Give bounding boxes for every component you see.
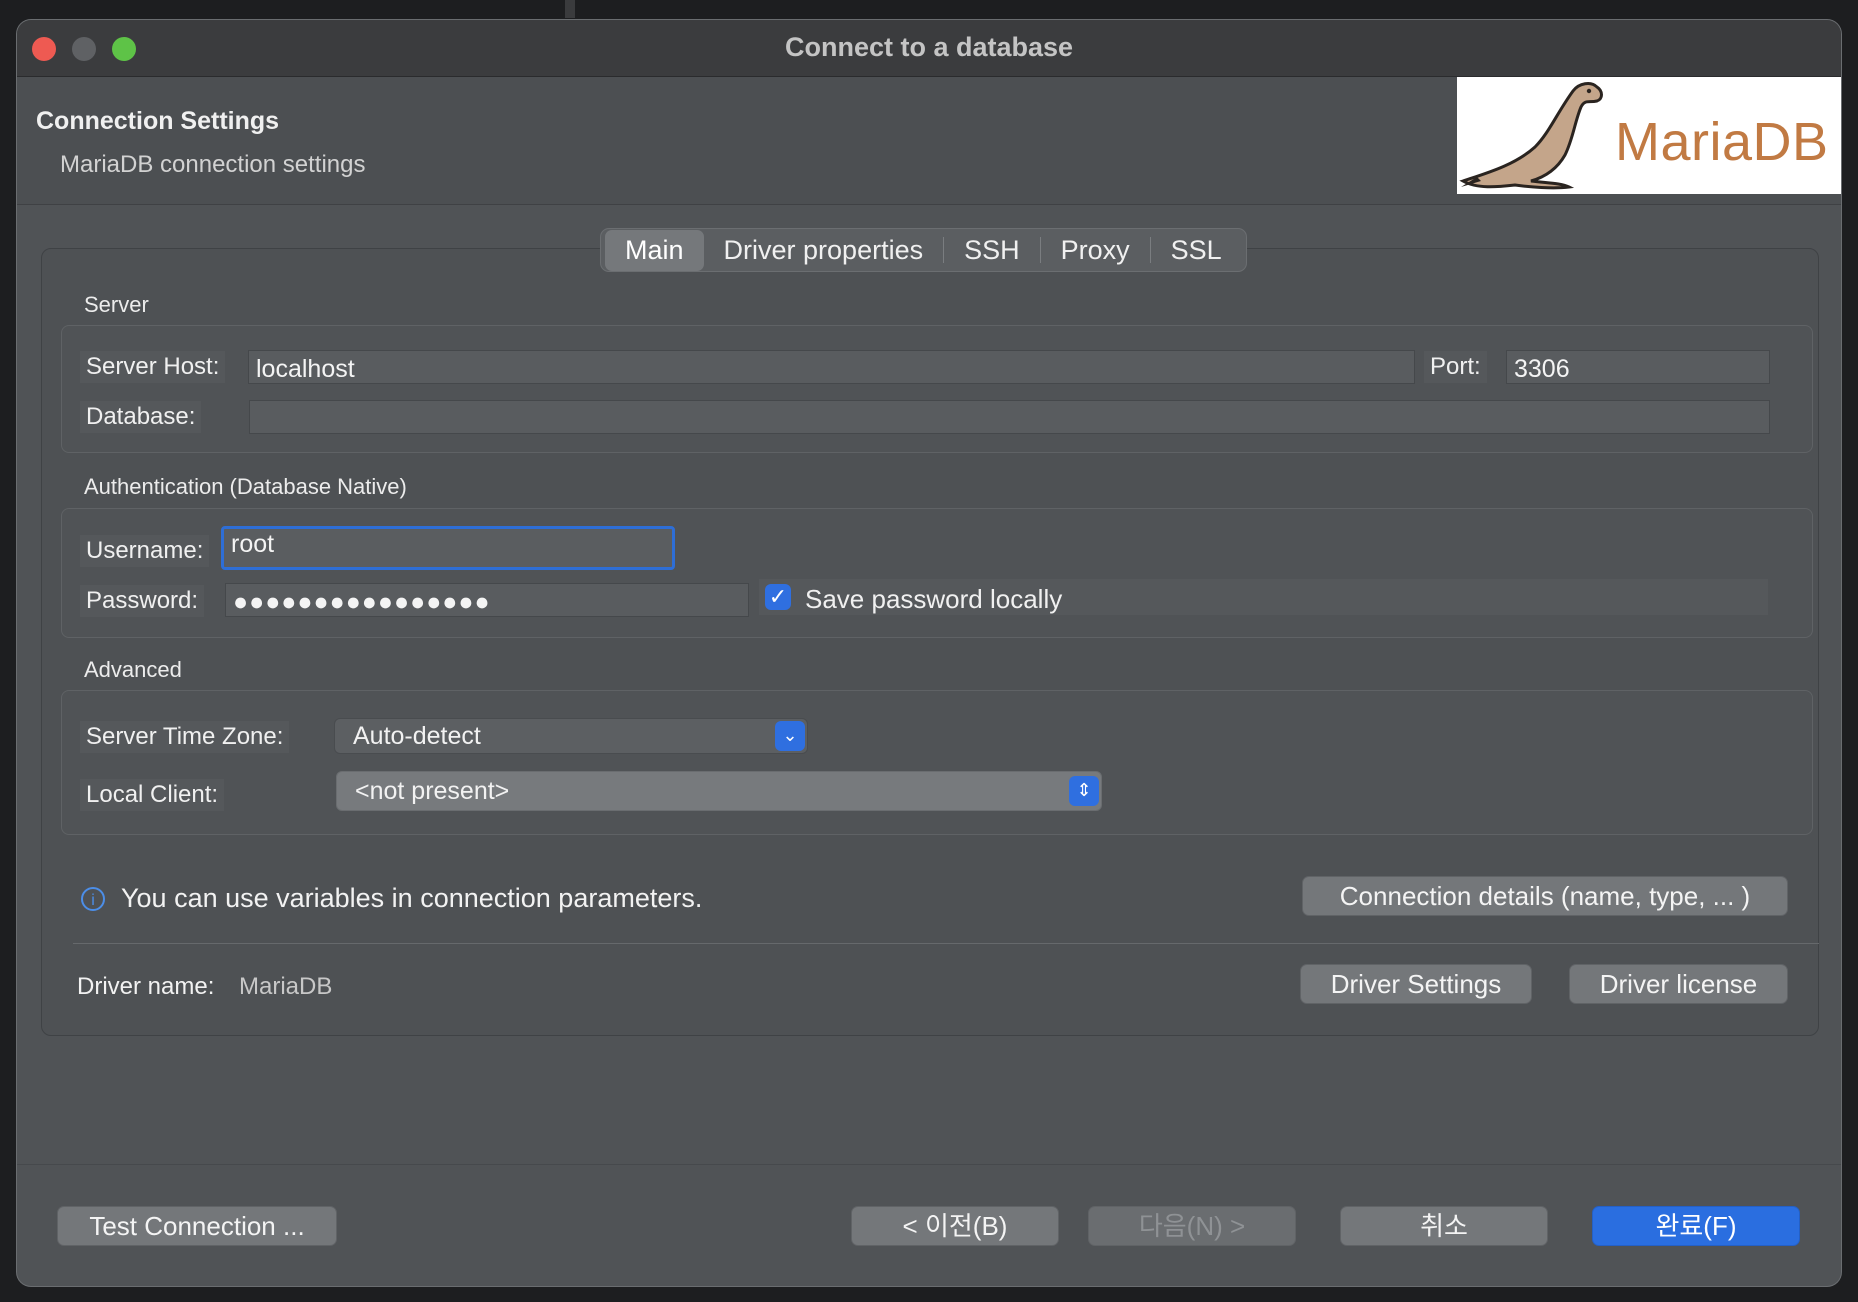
server-section-label: Server [84, 292, 149, 317]
back-button[interactable]: < 이전(B) [851, 1206, 1059, 1246]
username-input[interactable]: root [221, 526, 675, 570]
port-label: Port: [1424, 351, 1487, 383]
driver-license-button[interactable]: Driver license [1569, 964, 1788, 1004]
save-password-checkbox[interactable]: ✓ [765, 584, 791, 610]
variables-info-text: You can use variables in connection para… [121, 883, 703, 913]
tab-main[interactable]: Main [605, 229, 704, 271]
finish-button[interactable]: 완료(F) [1592, 1206, 1800, 1246]
tab-ssh[interactable]: SSH [944, 230, 1040, 271]
timezone-label: Server Time Zone: [80, 721, 290, 753]
next-button[interactable]: 다음(N) > [1088, 1206, 1296, 1246]
save-password-label[interactable]: Save password locally [805, 584, 1062, 615]
tab-driver-properties[interactable]: Driver properties [704, 230, 944, 271]
info-icon: i [81, 887, 105, 911]
timezone-select[interactable]: Auto-detect ⌄ [334, 718, 808, 754]
sea-lion-icon [1459, 82, 1603, 190]
background-strip [565, 0, 575, 18]
tab-proxy[interactable]: Proxy [1041, 230, 1150, 271]
dialog-window: Connect to a database Connection Setting… [17, 20, 1841, 1286]
password-input[interactable]: ●●●●●●●●●●●●●●●● [225, 583, 749, 617]
logo-text: MariaDB [1615, 112, 1829, 172]
driver-name-value: MariaDB [239, 973, 333, 1000]
password-label: Password: [80, 585, 205, 617]
driver-name-label: Driver name: [77, 973, 215, 1000]
wizard-header: Connection Settings MariaDB connection s… [17, 77, 1841, 205]
local-client-select[interactable]: <not present> ⇕ [336, 771, 1102, 811]
advanced-group [61, 690, 1813, 835]
username-label: Username: [80, 535, 210, 567]
database-input[interactable] [249, 400, 1770, 434]
connection-details-button[interactable]: Connection details (name, type, ... ) [1302, 876, 1788, 916]
tab-ssl[interactable]: SSL [1151, 230, 1242, 271]
title-bar: Connect to a database [17, 20, 1841, 77]
footer-divider [17, 1164, 1841, 1165]
tab-bar: Main Driver properties SSH Proxy SSL [600, 228, 1247, 272]
timezone-value: Auto-detect [353, 722, 481, 750]
chevron-down-icon[interactable]: ⌄ [775, 721, 805, 751]
server-host-input[interactable]: localhost [248, 350, 1415, 384]
local-client-label: Local Client: [80, 779, 225, 811]
mariadb-logo: MariaDB [1457, 77, 1841, 194]
driver-settings-button[interactable]: Driver Settings [1300, 964, 1532, 1004]
cancel-button[interactable]: 취소 [1340, 1206, 1548, 1246]
database-label: Database: [80, 401, 202, 433]
page-title: Connection Settings [36, 107, 280, 135]
section-divider [73, 943, 1819, 944]
server-host-label: Server Host: [80, 351, 226, 383]
local-client-value: <not present> [355, 777, 510, 805]
test-connection-button[interactable]: Test Connection ... [57, 1206, 337, 1246]
window-title: Connect to a database [784, 32, 1074, 62]
port-input[interactable]: 3306 [1506, 350, 1770, 384]
advanced-section-label: Advanced [84, 657, 182, 682]
auth-section-label: Authentication (Database Native) [84, 474, 407, 499]
up-down-chevron-icon[interactable]: ⇕ [1069, 776, 1099, 806]
page-subtitle: MariaDB connection settings [60, 151, 366, 178]
